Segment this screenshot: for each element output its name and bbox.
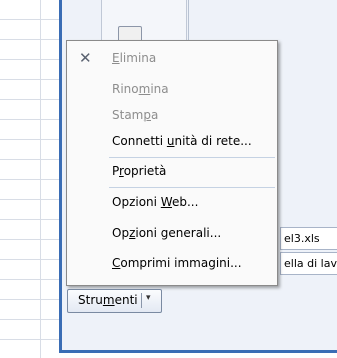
- spreadsheet-gridline: [40, 0, 41, 358]
- tools-button-label: Strumenti: [78, 293, 138, 307]
- menu-item-label: Elimina: [112, 51, 157, 65]
- menu-item-properties[interactable]: Proprietà: [67, 159, 277, 183]
- menu-item-label: Rinomina: [112, 82, 169, 96]
- split-divider: [141, 293, 142, 308]
- menu-separator: [109, 187, 275, 188]
- menu-item-map-network-drive[interactable]: Connetti unità di rete...: [67, 129, 277, 153]
- panel-divider: [188, 0, 189, 40]
- menu-item-delete[interactable]: ✕ Elimina: [67, 46, 277, 70]
- menu-item-label: Opzioni generali...: [112, 226, 222, 240]
- menu-item-label: Opzioni Web...: [112, 195, 199, 209]
- menu-item-web-options[interactable]: Opzioni Web...: [67, 190, 277, 214]
- menu-separator: [109, 157, 275, 158]
- menu-item-general-options[interactable]: Opzioni generali...: [67, 221, 277, 245]
- file-list: el3.xls ella di lav: [280, 227, 337, 275]
- tools-button[interactable]: Strumenti ▾: [67, 289, 162, 313]
- menu-item-compress-pictures[interactable]: Comprimi immagini...: [67, 251, 277, 275]
- file-row[interactable]: ella di lav: [280, 252, 337, 275]
- spreadsheet-background: [0, 0, 60, 358]
- menu-item-label: Proprietà: [112, 164, 167, 178]
- menu-item-label: Stampa: [112, 108, 159, 122]
- file-row[interactable]: el3.xls: [280, 227, 337, 250]
- places-panel: [101, 0, 187, 41]
- chevron-down-icon[interactable]: ▾: [146, 293, 151, 303]
- delete-x-icon: ✕: [79, 49, 92, 67]
- menu-item-print[interactable]: Stampa: [67, 103, 277, 127]
- menu-item-label: Connetti unità di rete...: [112, 134, 252, 148]
- menu-item-label: Comprimi immagini...: [112, 256, 242, 270]
- menu-item-rename[interactable]: Rinomina: [67, 77, 277, 101]
- tools-context-menu: ✕ Elimina Rinomina Stampa Connetti unità…: [66, 40, 278, 286]
